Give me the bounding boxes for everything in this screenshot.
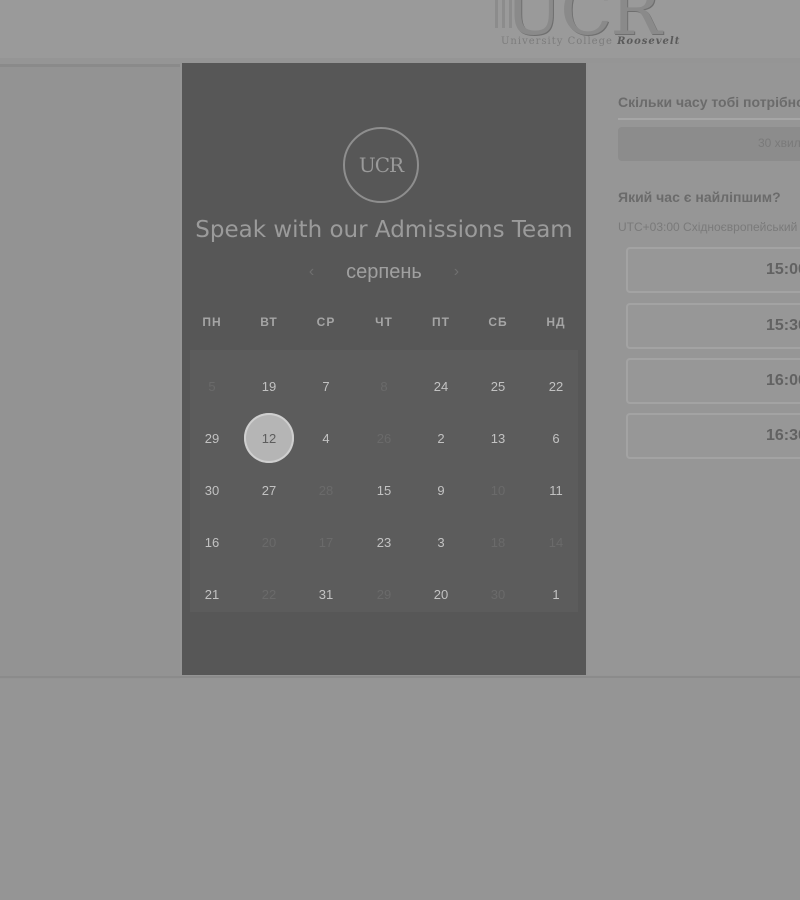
weekday-label: ПН <box>202 315 222 329</box>
chevron-right-icon[interactable]: › <box>443 263 469 281</box>
calendar-day[interactable]: 29 <box>190 416 234 460</box>
calendar-day: 26 <box>376 430 392 446</box>
weekday-label: СР <box>316 315 336 329</box>
calendar-day: 14 <box>548 534 564 550</box>
time-slot-label: 15:30 <box>766 317 800 334</box>
calendar-day[interactable]: 2 <box>419 416 463 460</box>
calendar-day-selected[interactable]: 12 <box>244 413 294 463</box>
month-navigation: ‹ серпень › <box>182 261 586 284</box>
calendar-day[interactable]: 13 <box>476 416 520 460</box>
time-slot-label: 16:00 <box>766 372 800 389</box>
ucr-header-logo[interactable]: UCR University College Roosevelt <box>495 0 695 50</box>
calendar-day: 20 <box>261 534 277 550</box>
calendar-day[interactable]: 31 <box>304 572 348 616</box>
calendar-day: 30 <box>490 586 506 602</box>
calendar-day[interactable]: 4 <box>304 416 348 460</box>
time-slot-label: 16:30 <box>766 427 800 444</box>
weekday-header-row: ПН ВТ СР ЧТ ПТ СБ НД <box>182 315 586 345</box>
left-blank-panel <box>0 64 180 679</box>
duration-select[interactable]: 30 хвилин <box>618 127 800 161</box>
time-slot-button[interactable]: 16:30 <box>626 413 800 459</box>
calendar-day: 17 <box>318 534 334 550</box>
calendar-day: 29 <box>376 586 392 602</box>
calendar-day: 18 <box>490 534 506 550</box>
calendar-day[interactable]: 15 <box>362 468 406 512</box>
tagline-prefix: University College <box>501 36 613 47</box>
widget-bottom-border <box>0 676 800 678</box>
time-slot-button[interactable]: 15:00 <box>626 247 800 293</box>
calendar-day[interactable]: 25 <box>476 364 520 408</box>
timezone-label[interactable]: UTC+03:00 Східноєвропейський час <box>618 220 800 234</box>
calendar-day[interactable]: 22 <box>534 364 578 408</box>
calendar-day: 22 <box>261 586 277 602</box>
time-slot-label: 15:00 <box>766 261 800 278</box>
weekday-label: ВТ <box>260 315 278 329</box>
calendar-day[interactable]: 7 <box>304 364 348 408</box>
divider <box>618 118 800 120</box>
ucr-circle-logo: UCR <box>343 127 419 203</box>
calendar-day[interactable]: 16 <box>190 520 234 564</box>
calendar-day: 5 <box>208 378 216 394</box>
calendar-days-grid: 5 19 7 8 24 25 22 29 12 4 26 2 13 6 30 27 28 15 9 10 11 16 20 1… <box>190 350 578 612</box>
time-slot-button[interactable]: 15:30 <box>626 303 800 349</box>
scheduler-widget: UCR Speak with our Admissions Team ‹ сер… <box>0 58 800 679</box>
calendar-day[interactable]: 24 <box>419 364 463 408</box>
weekday-label: СБ <box>488 315 508 329</box>
duration-question: Скільки часу тобі потрібно? <box>618 94 800 110</box>
weekday-label: ПТ <box>432 315 450 329</box>
weekday-label: НД <box>546 315 566 329</box>
calendar-panel: UCR Speak with our Admissions Team ‹ сер… <box>182 63 586 675</box>
time-question: Який час є найліпшим? <box>618 189 781 205</box>
calendar-day: 28 <box>318 482 334 498</box>
circle-logo-text: UCR <box>358 153 404 177</box>
calendar-day[interactable]: 23 <box>362 520 406 564</box>
header-logo-tagline: University College Roosevelt <box>501 36 680 47</box>
booking-panel: Скільки часу тобі потрібно? 30 хвилин Як… <box>588 63 800 675</box>
calendar-day[interactable]: 3 <box>419 520 463 564</box>
calendar-day[interactable]: 6 <box>534 416 578 460</box>
duration-value: 30 хвилин <box>758 136 800 150</box>
time-slot-button[interactable]: 16:00 <box>626 358 800 404</box>
calendar-day[interactable]: 11 <box>534 468 578 512</box>
calendar-day[interactable]: 1 <box>534 572 578 616</box>
calendar-day[interactable]: 27 <box>247 468 291 512</box>
calendar-day[interactable]: 20 <box>419 572 463 616</box>
calendar-day[interactable]: 30 <box>190 468 234 512</box>
calendar-day: 8 <box>380 378 388 394</box>
tagline-suffix: Roosevelt <box>617 36 681 47</box>
calendar-title: Speak with our Admissions Team <box>195 217 573 243</box>
logo-pillar <box>495 0 498 28</box>
calendar-day[interactable]: 21 <box>190 572 234 616</box>
month-label: серпень <box>346 261 422 283</box>
calendar-day[interactable]: 19 <box>247 364 291 408</box>
calendar-day: 10 <box>490 482 506 498</box>
weekday-label: ЧТ <box>375 315 393 329</box>
calendar-day[interactable]: 9 <box>419 468 463 512</box>
chevron-left-icon[interactable]: ‹ <box>299 263 325 281</box>
